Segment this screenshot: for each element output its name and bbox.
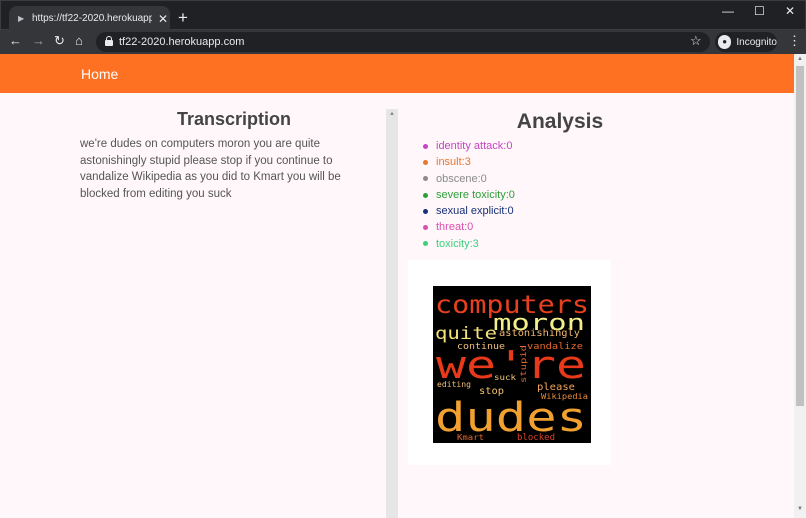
analysis-label-text: identity attack:0 xyxy=(436,140,513,152)
analysis-label-item: toxicity:3 xyxy=(423,236,515,252)
browser-tab-bar: ▶ https://tf22-2020.herokuapp.com ✕ + — … xyxy=(0,0,806,31)
site-navbar: Home xyxy=(0,54,794,93)
maximize-icon[interactable]: ☐ xyxy=(754,4,765,18)
analysis-label-item: threat:0 xyxy=(423,219,515,235)
wordcloud-image: computers moron quite astonishingly cont… xyxy=(433,286,591,443)
lock-icon xyxy=(105,36,113,46)
analysis-label-item: sexual explicit:0 xyxy=(423,203,515,219)
address-bar[interactable]: tf22-2020.herokuapp.com ☆ xyxy=(96,32,710,52)
scrollbar-thumb[interactable] xyxy=(796,66,804,406)
wc-word: suck xyxy=(494,373,516,382)
forward-icon[interactable]: → xyxy=(32,33,45,49)
transcription-text: we're dudes on computers moron you are q… xyxy=(80,138,341,200)
bullet-icon xyxy=(423,143,428,149)
url-text: tf22-2020.herokuapp.com xyxy=(119,36,245,48)
analysis-label-item: identity attack:0 xyxy=(423,138,515,154)
analysis-label-text: insult:3 xyxy=(436,156,471,169)
wc-word: astonishingly xyxy=(499,328,580,339)
panel-divider[interactable] xyxy=(386,109,398,518)
transcription-heading: Transcription xyxy=(176,109,292,129)
close-window-icon[interactable]: ✕ xyxy=(785,4,795,18)
play-icon: ▶ xyxy=(18,14,25,23)
back-icon[interactable]: ← xyxy=(9,33,22,49)
incognito-indicator[interactable]: ● Incognito xyxy=(715,32,777,52)
incognito-label: Incognito xyxy=(736,36,777,48)
analysis-label-list: identity attack:0 insult:3 obscene:0 severe… xyxy=(423,138,515,252)
analysis-label-text: obscene:0 xyxy=(436,172,487,185)
incognito-icon: ● xyxy=(718,35,732,49)
wordcloud-card: computers moron quite astonishingly cont… xyxy=(408,260,611,465)
bullet-icon xyxy=(423,159,428,165)
new-tab-icon[interactable]: + xyxy=(178,9,188,26)
tab-title: https://tf22-2020.herokuapp.com xyxy=(32,13,152,24)
home-icon[interactable]: ⌂ xyxy=(75,33,83,49)
bookmark-star-icon[interactable]: ☆ xyxy=(690,33,702,49)
scroll-up-icon[interactable]: ▲ xyxy=(797,56,803,62)
bullet-icon xyxy=(423,208,428,214)
transcription-panel: Transcription we're dudes on computers m… xyxy=(80,109,380,202)
analysis-label-text: threat:0 xyxy=(436,221,474,234)
browser-tab[interactable]: ▶ https://tf22-2020.herokuapp.com ✕ xyxy=(9,6,170,31)
divider-arrow-icon: ▲ xyxy=(389,111,395,117)
bullet-icon xyxy=(423,241,428,247)
scroll-down-icon[interactable]: ▼ xyxy=(797,506,803,512)
wc-word: blocked xyxy=(517,433,555,443)
wc-word: Kmart xyxy=(457,433,484,442)
page-scrollbar[interactable]: ▲ ▼ xyxy=(794,54,806,518)
analysis-heading: Analysis xyxy=(516,110,604,133)
menu-icon[interactable]: ⋮ xyxy=(788,34,801,48)
wc-word: quite xyxy=(435,324,497,344)
analysis-label-item: insult:3 xyxy=(423,154,515,170)
nav-home-link[interactable]: Home xyxy=(81,66,118,82)
analysis-label-item: severe toxicity:0 xyxy=(423,187,515,203)
analysis-label-text: toxicity:3 xyxy=(436,237,479,250)
browser-toolbar: ← → ↻ ⌂ tf22-2020.herokuapp.com ☆ ● Inco… xyxy=(0,30,806,54)
bullet-icon xyxy=(423,176,428,182)
reload-icon[interactable]: ↻ xyxy=(54,33,65,49)
bullet-icon xyxy=(423,225,428,231)
analysis-label-text: severe toxicity:0 xyxy=(436,188,515,201)
bullet-icon xyxy=(423,192,428,198)
wc-word: editing xyxy=(437,380,471,389)
analysis-label-item: obscene:0 xyxy=(423,171,515,187)
page-viewport: Home Transcription we're dudes on comput… xyxy=(0,54,794,518)
minimize-icon[interactable]: — xyxy=(722,4,734,18)
tab-close-icon[interactable]: ✕ xyxy=(158,12,168,26)
analysis-label-text: sexual explicit:0 xyxy=(436,205,514,218)
